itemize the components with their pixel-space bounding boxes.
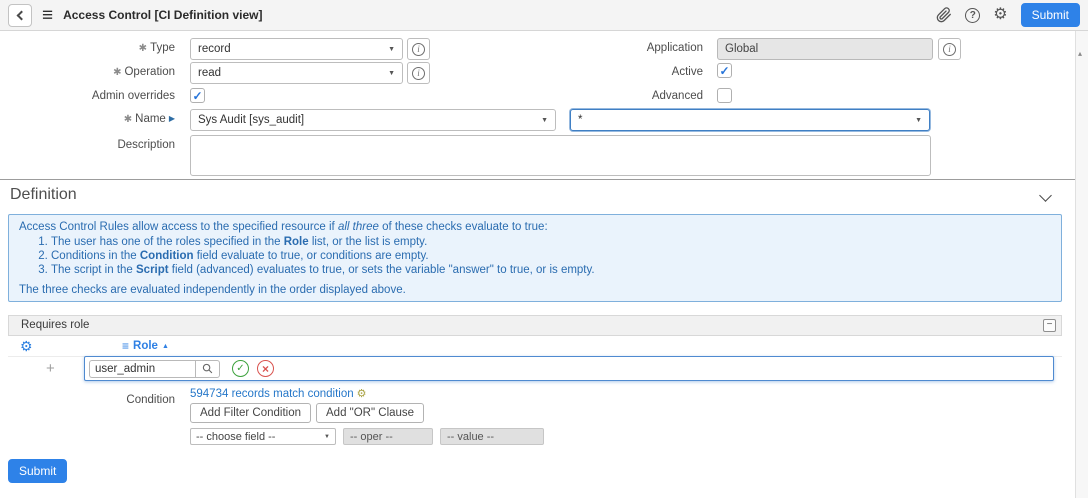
context-menu-icon[interactable]: ≡ [42,6,53,25]
description-textarea[interactable] [190,135,931,176]
add-row-icon[interactable]: + [46,361,55,376]
check-icon: ✓ [192,90,202,102]
chevron-down-icon: ▼ [915,117,922,124]
name-wildcard-value: * [578,114,582,126]
admin-overrides-checkbox[interactable]: ✓ [190,88,205,103]
operation-select[interactable]: read ▼ [190,62,403,84]
role-column-header[interactable]: ≡ Role ▲ [122,339,169,353]
info-checks-list: The user has one of the roles specified … [19,236,1051,277]
choose-field-value: -- choose field -- [196,431,275,443]
help-icon[interactable]: ? [965,8,980,23]
info-footer-text: The three checks are evaluated independe… [19,284,1051,297]
submit-button-header[interactable]: Submit [1021,3,1080,27]
chevron-down-icon: ▼ [388,46,395,53]
submit-button-footer[interactable]: Submit [8,459,67,483]
access-control-form-page: ≡ Access Control [CI Definition view] ? … [0,0,1088,498]
add-or-clause-button[interactable]: Add "OR" Clause [316,403,424,423]
save-row-button[interactable]: ✓ [232,360,249,377]
mandatory-icon: ✱ [139,43,147,54]
search-icon [202,363,213,374]
cancel-row-button[interactable]: × [257,360,274,377]
chevron-down-icon: ▼ [388,70,395,77]
info-icon: i [943,43,956,56]
condition-buttons: Add Filter Condition Add "OR" Clause [190,403,424,423]
condition-match-row: 594734 records match condition ⚙ [190,388,367,400]
info-icon: i [412,43,425,56]
application-label: Application [528,42,703,54]
definition-section-title: Definition [10,186,77,204]
list-item: Conditions in the Condition field evalua… [51,250,1051,263]
page-title: Access Control [CI Definition view] [63,8,262,22]
mandatory-icon: ✱ [113,67,121,78]
operation-info-button[interactable]: i [407,62,430,84]
info-intro: Access Control Rules allow access to the… [19,221,1051,234]
type-select-value: record [198,43,231,55]
requires-role-header[interactable]: Requires role − [8,315,1062,336]
choose-field-select[interactable]: -- choose field -- ▼ [190,428,336,445]
paperclip-icon[interactable] [936,7,952,23]
sort-ascending-icon: ▲ [162,343,169,350]
active-label: Active [528,66,703,78]
vertical-scrollbar[interactable]: ▴ [1075,31,1088,498]
condition-refresh-gear-icon[interactable]: ⚙ [357,389,367,400]
operation-select-value: read [198,67,221,79]
list-item: The script in the Script field (advanced… [51,264,1051,277]
value-field: -- value -- [440,428,544,445]
acl-info-box: Access Control Rules allow access to the… [8,214,1062,302]
chevron-down-icon: ▼ [541,117,548,124]
column-menu-icon: ≡ [122,339,129,353]
name-table-value: Sys Audit [sys_audit] [198,114,304,126]
advanced-checkbox[interactable] [717,88,732,103]
scroll-up-arrow-icon: ▴ [1078,49,1082,58]
role-reference-input[interactable] [89,360,195,378]
records-match-link[interactable]: 594734 records match condition [190,388,354,400]
condition-label: Condition [0,394,175,406]
list-settings-gear-icon[interactable]: ⚙ [20,338,33,355]
operation-label: ✱Operation [0,66,175,78]
header-actions: ? ⚙ Submit [936,3,1080,27]
chevron-down-icon: ▼ [324,434,330,440]
type-label: ✱Type [0,42,175,54]
role-list-header-row: ⚙ ≡ Role ▲ [8,336,1062,357]
description-label: Description [0,139,175,151]
gear-icon[interactable]: ⚙ [993,7,1007,23]
role-column-label: Role [133,340,158,352]
collapse-list-button[interactable]: − [1043,319,1056,332]
form-header-bar: ≡ Access Control [CI Definition view] ? … [0,0,1088,31]
advanced-label: Advanced [528,90,703,102]
name-label: ✱Name▶ [0,113,175,125]
info-icon: i [412,67,425,80]
back-button[interactable] [8,4,32,27]
check-icon: ✓ [719,65,729,77]
role-edit-row: ✓ × [84,356,1054,381]
application-field: Global [717,38,933,60]
role-lookup-button[interactable] [195,360,220,378]
admin-overrides-label: Admin overrides [0,90,175,102]
mandatory-icon: ✱ [124,114,132,125]
add-filter-condition-button[interactable]: Add Filter Condition [190,403,311,423]
application-info-button[interactable]: i [938,38,961,60]
type-info-button[interactable]: i [407,38,430,60]
expand-arrow-icon[interactable]: ▶ [169,114,175,123]
operator-field: -- oper -- [343,428,433,445]
list-item: The user has one of the roles specified … [51,236,1051,249]
name-table-select[interactable]: Sys Audit [sys_audit] ▼ [190,109,556,131]
active-checkbox[interactable]: ✓ [717,63,732,78]
requires-role-title: Requires role [21,319,89,331]
chevron-left-icon [17,10,27,20]
name-wildcard-select[interactable]: *▼ [570,109,930,131]
section-divider [0,179,1075,180]
collapse-section-chevron-icon[interactable] [1039,189,1052,202]
type-select[interactable]: record ▼ [190,38,403,60]
condition-builder-row: -- choose field -- ▼ -- oper -- -- value … [190,428,544,445]
